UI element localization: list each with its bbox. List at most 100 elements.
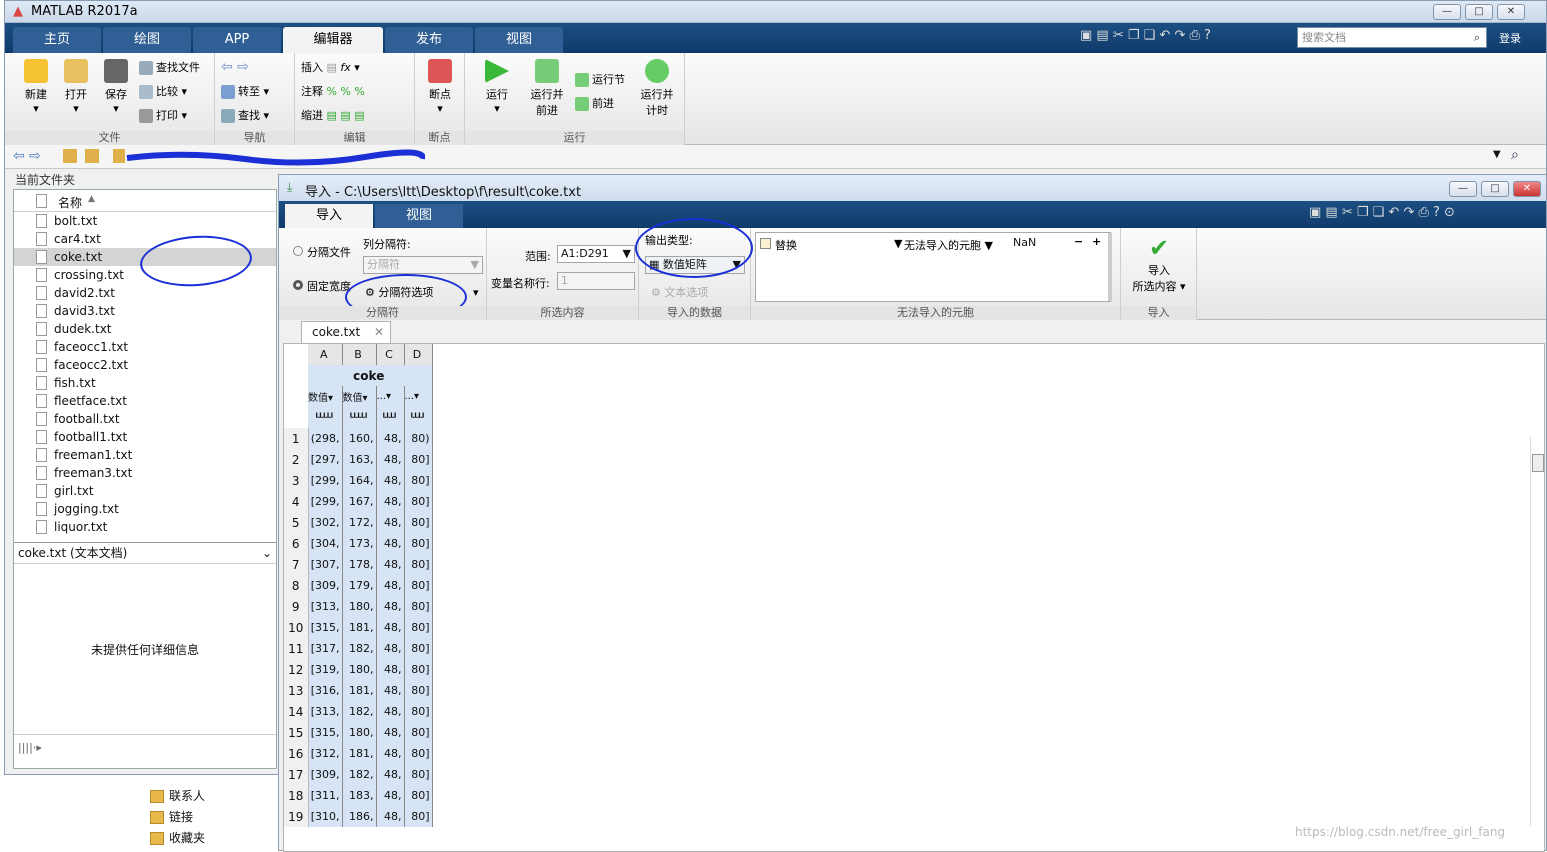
variable-name[interactable]: coke bbox=[308, 365, 433, 386]
add-rule-button[interactable]: + bbox=[1092, 235, 1101, 248]
row-number[interactable]: 13 bbox=[284, 680, 309, 701]
col-header-b[interactable]: B bbox=[342, 344, 377, 365]
find-files-button[interactable]: 查找文件 bbox=[139, 59, 200, 75]
row-number[interactable]: 11 bbox=[284, 638, 309, 659]
table-cell[interactable]: [304, bbox=[308, 533, 343, 554]
table-cell[interactable]: 180, bbox=[342, 659, 377, 680]
nav-arrows-icon[interactable]: ⇦ ⇨ bbox=[13, 148, 41, 164]
table-cell[interactable]: 182, bbox=[342, 764, 377, 785]
table-cell[interactable]: 48, bbox=[376, 638, 405, 659]
table-cell[interactable]: 48, bbox=[376, 617, 405, 638]
address-search-icon[interactable]: ⌕ bbox=[1511, 147, 1519, 163]
table-cell[interactable]: [315, bbox=[308, 617, 343, 638]
import-quick-toolbar[interactable]: ▣ ▤ ✂ ❐ ❑ ↶ ↷ ⎙ ? ⊙ bbox=[1309, 205, 1455, 220]
table-cell[interactable]: [309, bbox=[308, 764, 343, 785]
goto-button[interactable]: 转至 ▾ bbox=[221, 83, 269, 99]
table-cell[interactable]: [315, bbox=[308, 722, 343, 743]
table-cell[interactable]: 163, bbox=[342, 449, 377, 470]
grid-vertical-scrollbar[interactable] bbox=[1530, 436, 1544, 826]
row-number[interactable]: 8 bbox=[284, 575, 309, 596]
table-cell[interactable]: 160, bbox=[342, 428, 377, 449]
unimportable-select[interactable]: 无法导入的元胞 ▼ bbox=[904, 237, 993, 253]
row-number[interactable]: 7 bbox=[284, 554, 309, 575]
row-number[interactable]: 1 bbox=[284, 428, 309, 449]
minimize-button[interactable]: — bbox=[1433, 4, 1461, 20]
tab-publish[interactable]: 发布 bbox=[385, 27, 473, 53]
file-list-item[interactable]: faceocc2.txt bbox=[14, 356, 276, 374]
back-forward-icon[interactable]: ⇦ ⇨ bbox=[221, 59, 249, 75]
table-cell[interactable]: [317, bbox=[308, 638, 343, 659]
import-close-button[interactable]: ✕ bbox=[1513, 181, 1541, 197]
table-cell[interactable]: 80] bbox=[404, 701, 433, 722]
table-cell[interactable]: 80] bbox=[404, 533, 433, 554]
open-button[interactable]: 打开 ▾ bbox=[59, 59, 93, 115]
table-cell[interactable]: 164, bbox=[342, 470, 377, 491]
table-cell[interactable]: 80] bbox=[404, 470, 433, 491]
table-cell[interactable]: 181, bbox=[342, 743, 377, 764]
search-input[interactable]: 搜索文档 ⌕ bbox=[1297, 27, 1487, 48]
run-advance-button[interactable]: 运行并 前进 bbox=[527, 59, 567, 118]
file-list-header[interactable]: 名称 ▲ bbox=[14, 190, 276, 212]
row-number[interactable]: 6 bbox=[284, 533, 309, 554]
replace-dropdown-icon[interactable]: ▼ bbox=[894, 237, 902, 250]
table-cell[interactable]: 181, bbox=[342, 680, 377, 701]
table-cell[interactable]: (298, bbox=[308, 428, 343, 449]
table-cell[interactable]: 172, bbox=[342, 512, 377, 533]
advance-button[interactable]: 前进 bbox=[575, 95, 614, 111]
table-cell[interactable]: 48, bbox=[376, 554, 405, 575]
table-cell[interactable]: 181, bbox=[342, 617, 377, 638]
run-button[interactable]: 运行 ▾ bbox=[479, 59, 515, 115]
details-header[interactable]: coke.txt (文本文档) ⌄ bbox=[14, 542, 276, 564]
row-number[interactable]: 2 bbox=[284, 449, 309, 470]
replace-checkbox[interactable]: 替换 ▼ bbox=[760, 237, 902, 253]
run-section-button[interactable]: 运行节 bbox=[575, 71, 625, 87]
import-selection-button[interactable]: ✔ 导入 所选内容 ▾ bbox=[1127, 234, 1191, 294]
table-cell[interactable]: 179, bbox=[342, 575, 377, 596]
tab-apps[interactable]: APP bbox=[193, 27, 281, 53]
row-number[interactable]: 14 bbox=[284, 701, 309, 722]
row-number[interactable]: 17 bbox=[284, 764, 309, 785]
table-cell[interactable]: 48, bbox=[376, 722, 405, 743]
explorer-item-favorites[interactable]: 收藏夹 bbox=[150, 829, 205, 846]
table-cell[interactable]: 80] bbox=[404, 680, 433, 701]
table-cell[interactable]: 80] bbox=[404, 596, 433, 617]
table-cell[interactable]: 48, bbox=[376, 701, 405, 722]
run-time-button[interactable]: 运行并 计时 bbox=[637, 59, 677, 118]
quick-access-toolbar[interactable]: ▣ ▤ ✂ ❐ ❑ ↶ ↷ ⎙ ? bbox=[1080, 28, 1300, 48]
table-cell[interactable]: 80) bbox=[404, 428, 433, 449]
table-cell[interactable]: [299, bbox=[308, 470, 343, 491]
table-cell[interactable]: 48, bbox=[376, 596, 405, 617]
close-tab-icon[interactable]: ✕ bbox=[374, 322, 390, 342]
delimited-radio[interactable]: 分隔文件 bbox=[293, 244, 351, 260]
table-cell[interactable]: 80] bbox=[404, 491, 433, 512]
table-cell[interactable]: [307, bbox=[308, 554, 343, 575]
table-cell[interactable]: 180, bbox=[342, 596, 377, 617]
row-number[interactable]: 16 bbox=[284, 743, 309, 764]
col-type-c[interactable]: ...▾ bbox=[376, 386, 405, 407]
table-cell[interactable]: 80] bbox=[404, 659, 433, 680]
table-cell[interactable]: 80] bbox=[404, 449, 433, 470]
fixed-width-radio[interactable]: 固定宽度 bbox=[293, 278, 351, 294]
table-cell[interactable]: 48, bbox=[376, 680, 405, 701]
address-bar[interactable]: ⇦ ⇨ ▼ ⌕ bbox=[5, 145, 1546, 169]
file-list-item[interactable]: bolt.txt bbox=[14, 212, 276, 230]
save-button[interactable]: 保存 ▾ bbox=[99, 59, 133, 115]
row-number[interactable]: 10 bbox=[284, 617, 309, 638]
table-cell[interactable]: 80] bbox=[404, 764, 433, 785]
table-cell[interactable]: 48, bbox=[376, 491, 405, 512]
maximize-button[interactable]: □ bbox=[1465, 4, 1493, 20]
text-options-button[interactable]: ⚙ 文本选项 bbox=[651, 284, 708, 300]
col-type-b[interactable]: 数值▾ bbox=[342, 386, 377, 407]
row-number[interactable]: 5 bbox=[284, 512, 309, 533]
file-list-item[interactable]: david2.txt bbox=[14, 284, 276, 302]
file-list-item[interactable]: jogging.txt bbox=[14, 500, 276, 518]
file-list-item[interactable]: football.txt bbox=[14, 410, 276, 428]
table-cell[interactable]: [313, bbox=[308, 596, 343, 617]
file-list-item[interactable]: fish.txt bbox=[14, 374, 276, 392]
varname-row-input[interactable]: 1 bbox=[557, 272, 635, 290]
table-cell[interactable]: 80] bbox=[404, 554, 433, 575]
table-cell[interactable]: 180, bbox=[342, 722, 377, 743]
delimiter-input[interactable]: 分隔符 ▼ bbox=[363, 256, 483, 274]
remove-rule-button[interactable]: − bbox=[1074, 235, 1083, 248]
table-cell[interactable]: 182, bbox=[342, 701, 377, 722]
